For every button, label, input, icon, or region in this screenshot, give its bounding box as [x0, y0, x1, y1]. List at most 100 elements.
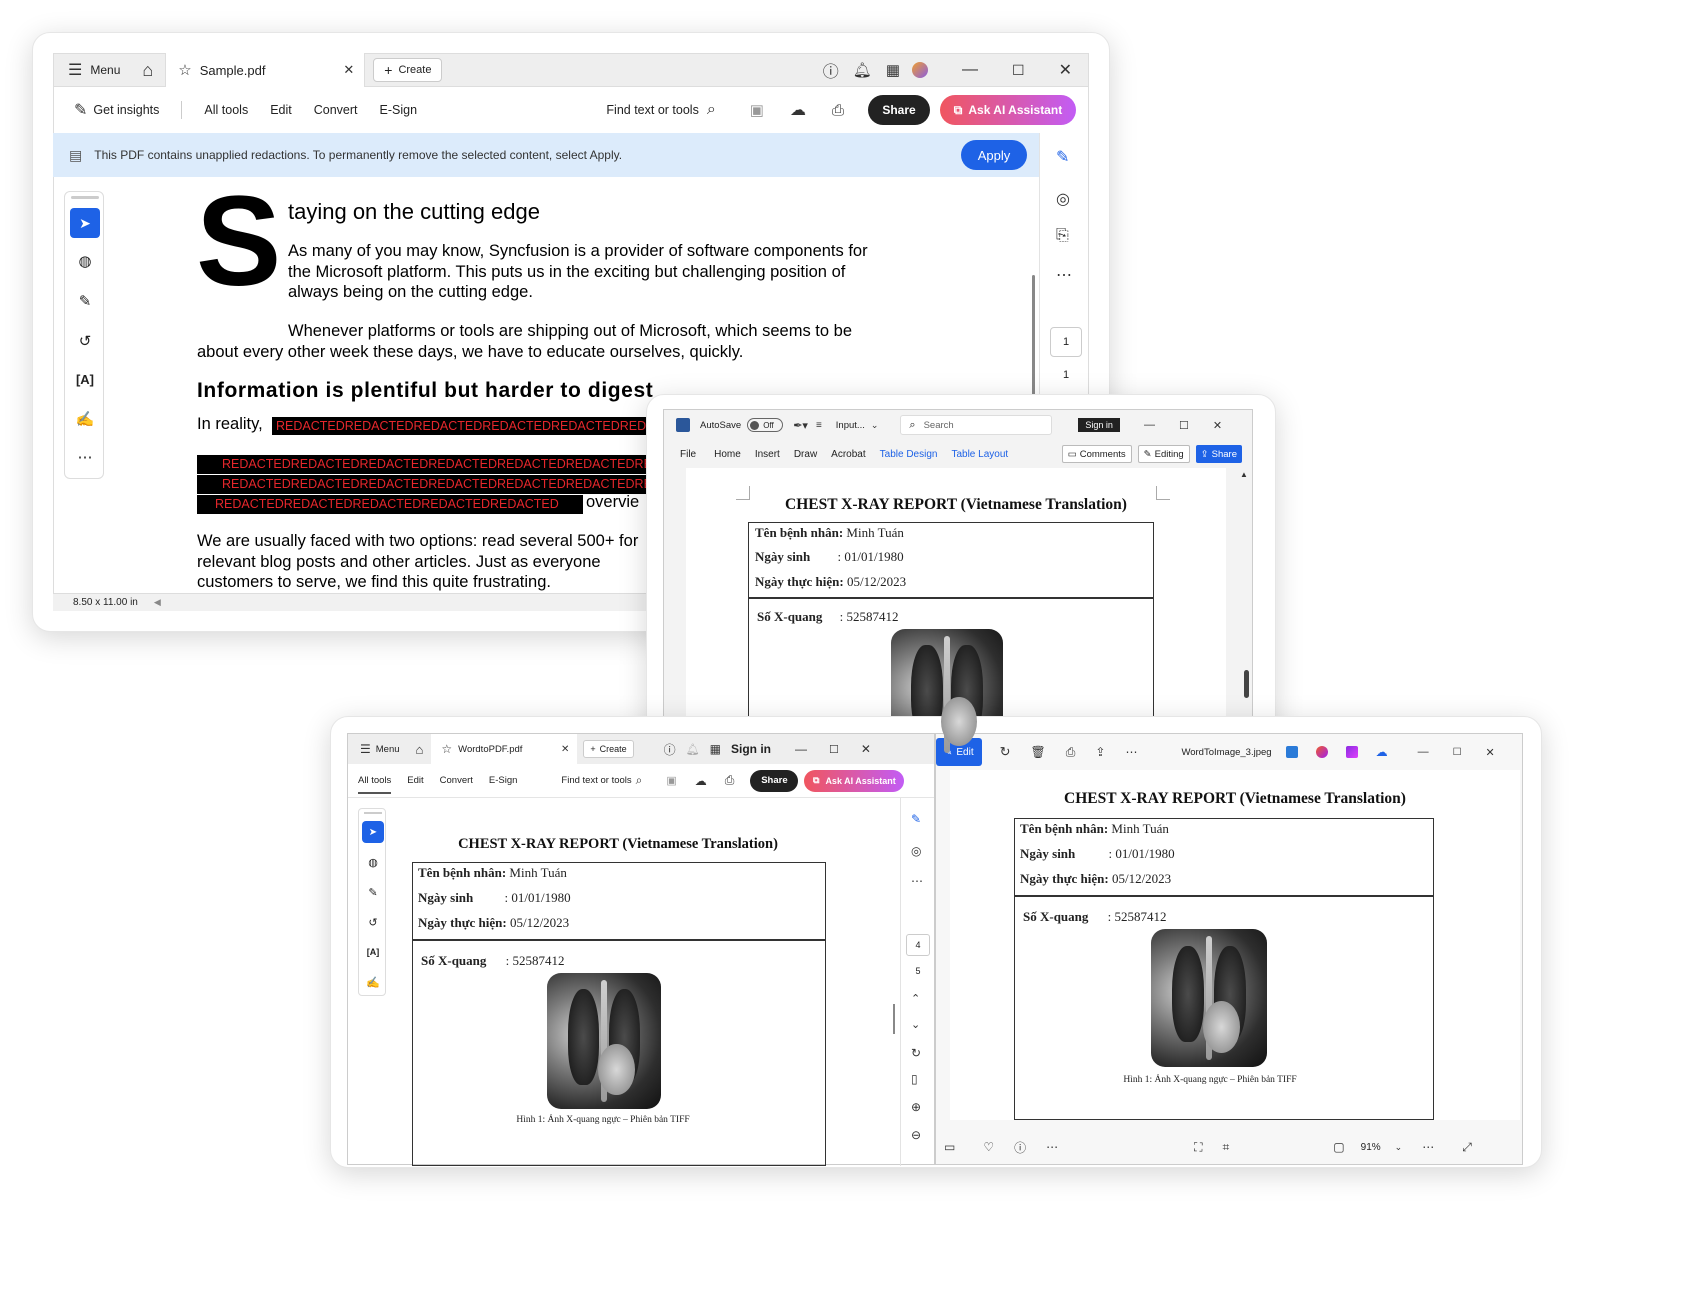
share-button[interactable]: Share	[750, 769, 799, 792]
find-label[interactable]: Find text or tools	[561, 775, 631, 786]
filmstrip-icon[interactable]: ▭	[944, 1140, 955, 1154]
sign-in-label[interactable]: Sign in	[731, 742, 771, 756]
sign-tool[interactable]: ✍	[362, 971, 384, 993]
zoom-level[interactable]: 91%	[1361, 1142, 1381, 1153]
pen-tool[interactable]: ✎	[362, 881, 384, 903]
ribbon-insert[interactable]: Insert	[755, 449, 780, 460]
more-icon[interactable]: ⋯	[1046, 1140, 1058, 1154]
autosave-toggle[interactable]: Off	[747, 418, 784, 432]
zoom-in-icon[interactable]: ⊕	[911, 1100, 921, 1114]
save-icon[interactable]: ▣	[750, 101, 764, 119]
close-window-icon[interactable]: ✕	[1213, 419, 1222, 432]
text-select-tool[interactable]: [A]	[70, 364, 100, 394]
minimize-icon[interactable]: —	[1418, 746, 1429, 758]
page-number-box[interactable]: 4	[906, 934, 930, 956]
menu-icon[interactable]: ☰	[360, 742, 371, 756]
nav-edit[interactable]: Edit	[407, 775, 423, 786]
page-number-box[interactable]: 1	[1050, 327, 1082, 357]
nav-esign[interactable]: E-Sign	[380, 103, 418, 117]
ribbon-file[interactable]: File	[680, 449, 696, 460]
fit-icon[interactable]: ▢	[1333, 1140, 1344, 1154]
bookmark-icon[interactable]: ⎘	[1056, 227, 1069, 245]
maximize-icon[interactable]: ☐	[1179, 419, 1189, 432]
ribbon-table-layout[interactable]: Table Layout	[951, 449, 1008, 460]
find-label[interactable]: Find text or tools	[606, 103, 698, 117]
word-share-button[interactable]: ⇪ Share	[1195, 445, 1242, 463]
edit-panel-icon[interactable]: ✎	[1056, 147, 1069, 167]
apps-grid-icon[interactable]: ▦	[886, 61, 900, 79]
minimize-icon[interactable]: —	[795, 742, 807, 756]
info-icon[interactable]: ⓘ	[1014, 1139, 1026, 1156]
delete-icon[interactable]: 🗑︎	[1031, 745, 1046, 759]
home-icon[interactable]: ⌂	[142, 60, 153, 81]
ask-ai-button[interactable]: ⧉ Ask AI Assistant	[804, 769, 905, 792]
tab-sample-pdf[interactable]: ☆ Sample.pdf ✕	[165, 53, 366, 87]
print-icon[interactable]: ⎙	[832, 102, 844, 119]
help-icon[interactable]: ⓘ	[823, 58, 839, 82]
chevron-up-icon[interactable]: ⌃	[911, 992, 920, 1005]
page-tool-icon[interactable]: ▯	[911, 1072, 918, 1086]
close-window-icon[interactable]: ✕	[1486, 746, 1495, 759]
share-icon[interactable]: ⇪	[1095, 745, 1105, 759]
chevron-down-icon[interactable]: ⌄	[1395, 1142, 1403, 1153]
redaction-2[interactable]: REDACTEDREDACTEDREDACTEDREDACTEDREDACTED…	[197, 455, 652, 474]
heart-icon[interactable]: ♡	[983, 1140, 994, 1154]
comment-tool[interactable]: ◍	[362, 851, 384, 873]
rotate-icon[interactable]: ↻	[911, 1046, 921, 1060]
chevron-down-icon[interactable]: ⌄	[911, 1018, 920, 1031]
ribbon-acrobat[interactable]: Acrobat	[831, 449, 865, 460]
nav-esign[interactable]: E-Sign	[489, 775, 518, 786]
menu-icon[interactable]: ☰	[68, 60, 82, 80]
nav-edit[interactable]: Edit	[270, 103, 292, 117]
face-scan-icon[interactable]: ⛶	[1194, 1140, 1202, 1155]
close-tab-icon[interactable]: ✕	[343, 62, 354, 78]
cloud-upload-icon[interactable]: ☁	[695, 774, 707, 788]
apps-grid-icon[interactable]: ▦	[710, 742, 721, 756]
menu-label[interactable]: Menu	[376, 744, 400, 755]
cloud-upload-icon[interactable]: ☁	[790, 100, 806, 120]
comment-tool[interactable]: ◍	[70, 246, 100, 276]
maximize-icon[interactable]: ☐	[1453, 747, 1462, 758]
more-icon[interactable]: ⋯	[911, 874, 923, 888]
select-tool[interactable]: ➤	[70, 208, 100, 238]
onedrive-icon[interactable]: ☁	[1376, 745, 1388, 759]
chevron-down-icon[interactable]: ⌄	[871, 420, 879, 431]
more-icon[interactable]: ⋯	[1125, 745, 1137, 759]
search-box[interactable]: ⌕ Search	[900, 415, 1053, 435]
ask-ai-button[interactable]: ⧉ Ask AI Assistant	[940, 95, 1076, 125]
star-icon[interactable]: ☆	[178, 61, 191, 79]
app-icon-3[interactable]	[1345, 746, 1358, 758]
text-select-tool[interactable]: [A]	[362, 941, 384, 963]
nav-all-tools[interactable]: All tools	[358, 775, 392, 794]
vertical-scrollbar[interactable]	[893, 1004, 895, 1034]
redaction-1[interactable]: REDACTEDREDACTEDREDACTEDREDACTEDREDACTED…	[272, 417, 652, 435]
close-window-icon[interactable]: ✕	[1059, 60, 1072, 80]
scroll-left-icon[interactable]: ◀	[154, 597, 161, 608]
select-tool[interactable]: ➤	[362, 821, 384, 843]
more-icon[interactable]: ⋯	[1422, 1140, 1434, 1154]
redaction-3[interactable]: REDACTEDREDACTEDREDACTEDREDACTEDREDACTED…	[197, 475, 652, 494]
bell-icon[interactable]: 🔔︎	[686, 743, 700, 756]
sign-tool[interactable]: ✍	[70, 404, 100, 434]
edit-panel-icon[interactable]: ✎	[911, 812, 921, 826]
minimize-icon[interactable]: —	[962, 61, 978, 79]
search-icon[interactable]: ⌕	[707, 101, 716, 119]
avatar[interactable]	[912, 62, 929, 78]
lasso-tool[interactable]: ↺	[70, 326, 100, 356]
nav-convert[interactable]: Convert	[314, 103, 358, 117]
apply-button[interactable]: Apply	[961, 140, 1027, 170]
get-insights-button[interactable]: Get insights	[93, 103, 159, 117]
more-icon[interactable]: ⋯	[1056, 265, 1072, 285]
star-icon[interactable]: ☆	[441, 742, 452, 756]
sign-in-button[interactable]: Sign in	[1078, 418, 1120, 432]
comment-icon[interactable]: ◎	[1056, 189, 1070, 209]
lasso-tool[interactable]: ↺	[362, 911, 384, 933]
ribbon-draw[interactable]: Draw	[794, 449, 817, 460]
scroll-up-icon[interactable]: ▲	[1240, 470, 1248, 479]
editing-button[interactable]: ✎ Editing	[1137, 445, 1190, 463]
input-dropdown[interactable]: Input...	[836, 420, 865, 431]
vertical-scrollbar[interactable]	[1032, 275, 1035, 395]
print-icon[interactable]: ⎙	[725, 773, 735, 788]
nav-convert[interactable]: Convert	[440, 775, 473, 786]
create-button[interactable]: + Create	[373, 58, 443, 82]
